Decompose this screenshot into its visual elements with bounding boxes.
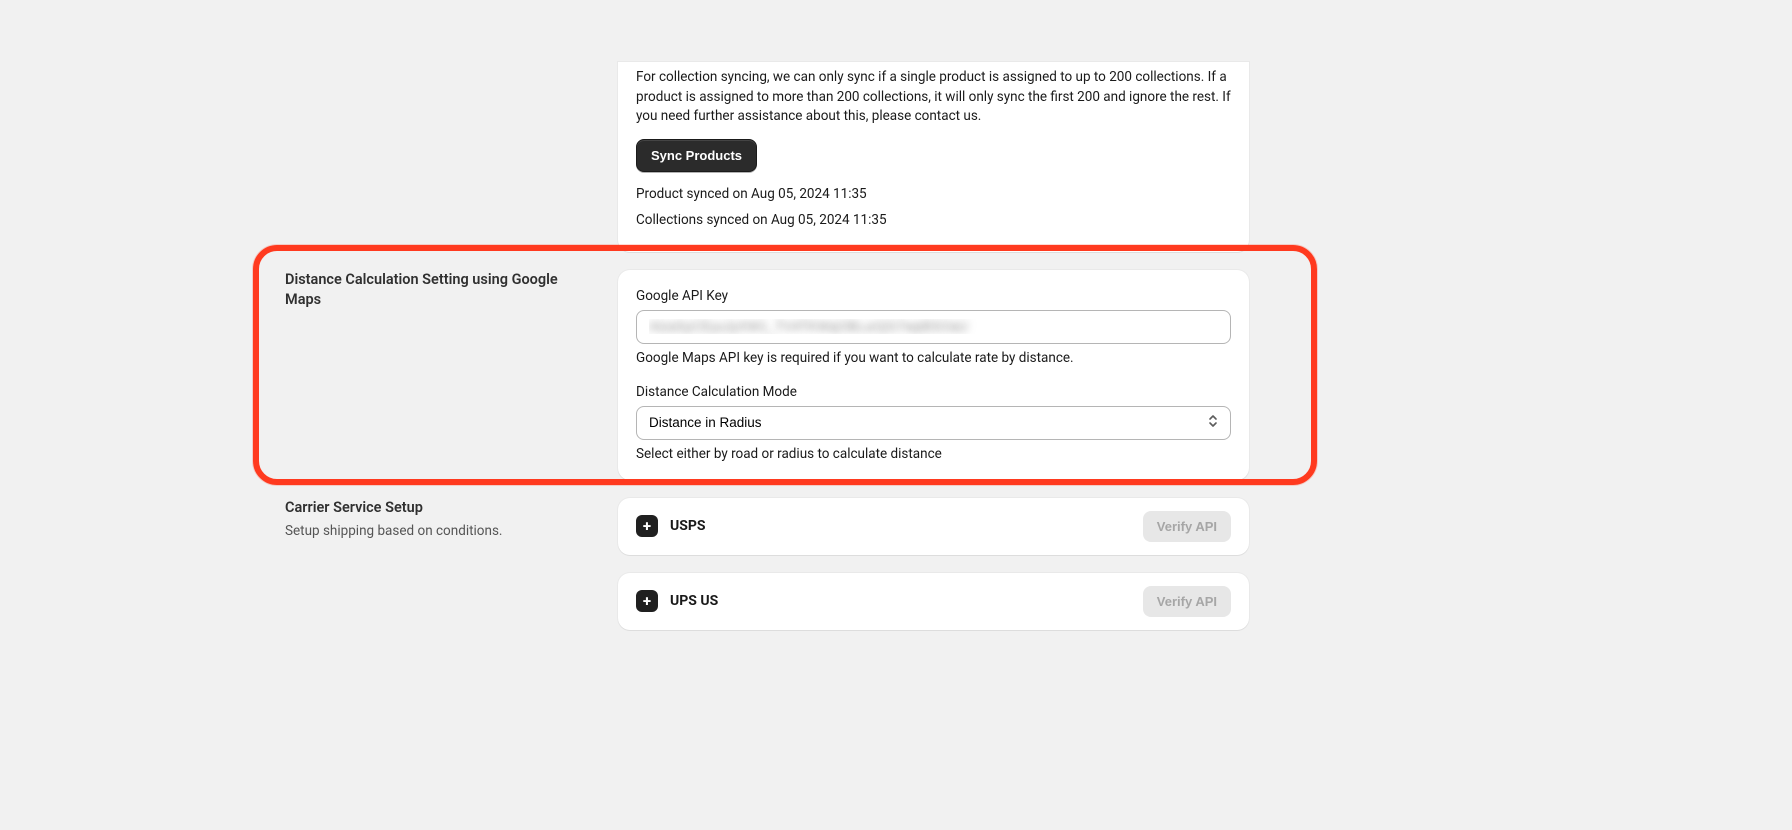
fade-overlay (0, 650, 1792, 830)
api-key-help: Google Maps API key is required if you w… (636, 350, 1231, 366)
distance-card: Google API Key Google Maps API key is re… (618, 270, 1249, 480)
carrier-section-title: Carrier Service Setup (285, 498, 594, 518)
distance-mode-select[interactable]: Distance in Radius (636, 406, 1231, 440)
plus-icon[interactable]: + (636, 515, 658, 537)
distance-mode-label: Distance Calculation Mode (636, 384, 1231, 400)
carrier-name: USPS (670, 518, 706, 534)
verify-api-button[interactable]: Verify API (1143, 586, 1231, 617)
google-api-key-input[interactable] (636, 310, 1231, 344)
sync-products-button[interactable]: Sync Products (636, 139, 757, 172)
distance-section: Distance Calculation Setting using Googl… (285, 270, 1249, 480)
verify-api-button[interactable]: Verify API (1143, 511, 1231, 542)
distance-mode-help: Select either by road or radius to calcu… (636, 446, 1231, 462)
plus-icon[interactable]: + (636, 590, 658, 612)
sync-card: For collection syncing, we can only sync… (618, 62, 1249, 252)
sync-description: For collection syncing, we can only sync… (636, 68, 1231, 127)
carrier-name: UPS US (670, 593, 718, 609)
carrier-section-subtitle: Setup shipping based on conditions. (285, 522, 594, 541)
carrier-section: Carrier Service Setup Setup shipping bas… (285, 498, 1249, 630)
distance-section-title: Distance Calculation Setting using Googl… (285, 270, 594, 311)
api-key-label: Google API Key (636, 288, 1231, 304)
carrier-card-ups: + UPS US Verify API (618, 573, 1249, 630)
product-synced-status: Product synced on Aug 05, 2024 11:35 (636, 186, 1231, 202)
collections-synced-status: Collections synced on Aug 05, 2024 11:35 (636, 212, 1231, 228)
carrier-card-usps: + USPS Verify API (618, 498, 1249, 555)
